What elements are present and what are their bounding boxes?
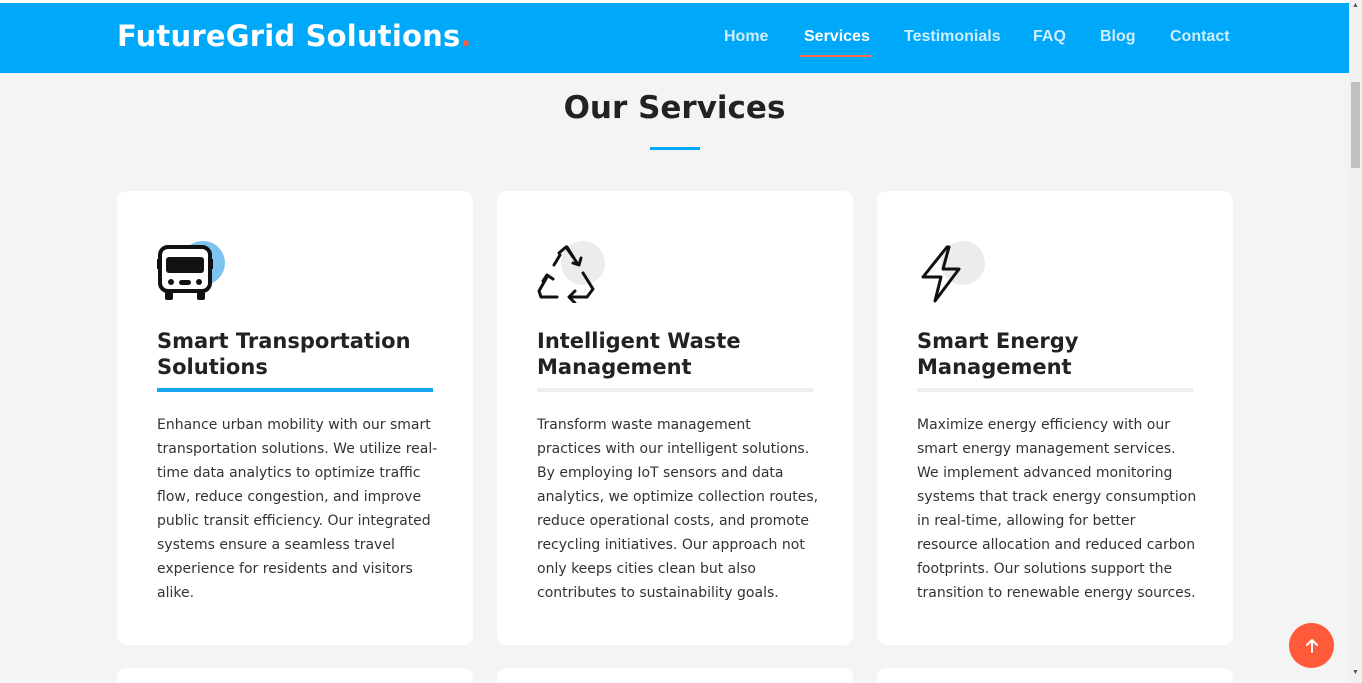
card-title: Intelligent Waste Management: [537, 329, 741, 379]
service-card-partial: [497, 668, 853, 683]
service-card-transportation: Smart Transportation Solutions Enhance u…: [117, 191, 473, 645]
service-card-waste: Intelligent Waste Management Transform w…: [497, 191, 853, 645]
nav-services[interactable]: Services: [804, 28, 870, 46]
main-nav: Home Services Testimonials FAQ Blog Cont…: [0, 28, 1349, 58]
card-description: Maximize energy efficiency with our smar…: [917, 417, 1197, 601]
scroll-down-arrow[interactable]: ▼: [1351, 669, 1360, 677]
active-nav-underline: [800, 55, 872, 57]
card-description: Transform waste management practices wit…: [537, 417, 819, 601]
back-to-top-button[interactable]: [1289, 623, 1334, 668]
card-description: Enhance urban mobility with our smart tr…: [157, 417, 438, 601]
recycle-icon: [537, 241, 607, 303]
card-title-underline: [157, 388, 433, 392]
nav-contact[interactable]: Contact: [1170, 28, 1230, 46]
card-title-underline: [537, 388, 813, 392]
nav-home[interactable]: Home: [724, 28, 768, 46]
lightning-bolt-icon: [917, 241, 987, 303]
nav-faq[interactable]: FAQ: [1033, 28, 1066, 46]
service-card-energy: Smart Energy Management Maximize energy …: [877, 191, 1233, 645]
card-title-underline: [917, 388, 1193, 392]
service-card-partial: [877, 668, 1233, 683]
section-title: Our Services: [563, 90, 786, 126]
nav-blog[interactable]: Blog: [1100, 28, 1136, 46]
vertical-scrollbar[interactable]: ▲ ▼: [1349, 0, 1362, 683]
service-card-partial: [117, 668, 473, 683]
card-title: Smart Transportation Solutions: [157, 329, 411, 379]
scroll-up-arrow[interactable]: ▲: [1351, 2, 1360, 10]
card-title: Smart Energy Management: [917, 329, 1079, 379]
title-divider: [650, 147, 700, 150]
scrollbar-thumb[interactable]: [1351, 82, 1360, 168]
nav-testimonials[interactable]: Testimonials: [904, 28, 1001, 46]
navbar: FutureGrid Solutions. Home Services Test…: [0, 3, 1349, 73]
arrow-up-icon: [1305, 638, 1318, 653]
bus-icon: [157, 241, 227, 303]
